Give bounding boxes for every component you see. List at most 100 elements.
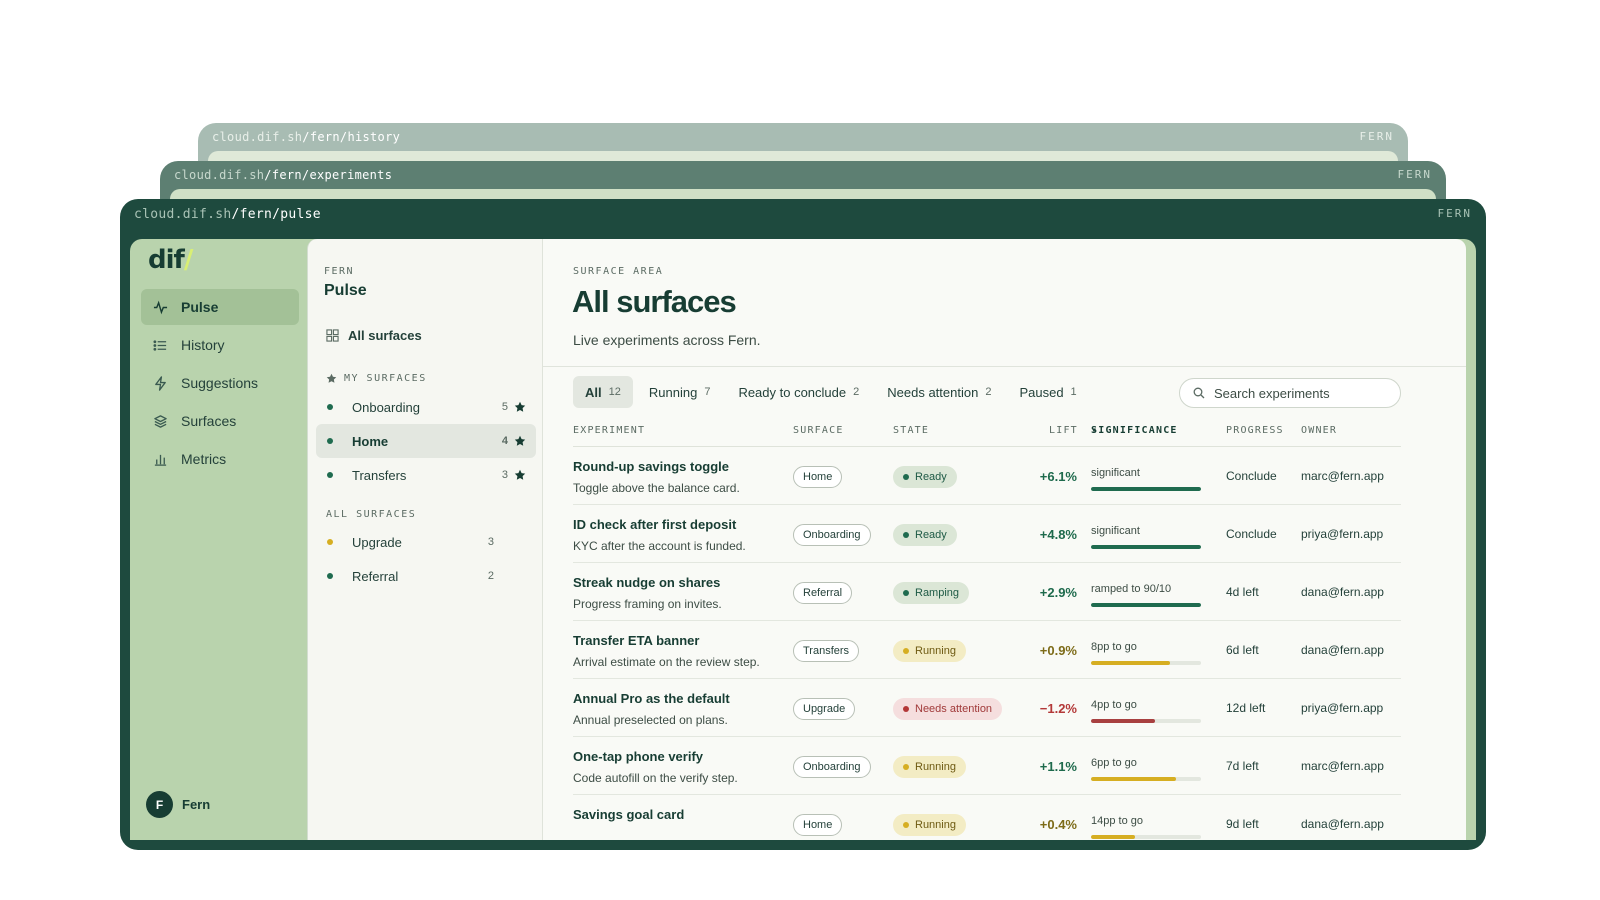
nav-item-surfaces[interactable]: Surfaces bbox=[141, 403, 299, 439]
surface-name: Transfers bbox=[352, 467, 407, 483]
nav-rail: dif/ Pulse History Suggestions Surfaces bbox=[130, 239, 307, 840]
tab-ready-to-conclude[interactable]: Ready to conclude 2 bbox=[726, 376, 871, 408]
surface-item-upgrade[interactable]: Upgrade 3 bbox=[316, 525, 536, 559]
table-row[interactable]: Streak nudge on shares Progress framing … bbox=[573, 563, 1401, 621]
experiment-name[interactable]: ID check after first deposit bbox=[573, 517, 736, 532]
lift-value: +2.9% bbox=[1039, 585, 1077, 600]
star-icon[interactable] bbox=[514, 469, 526, 481]
surface-name: Onboarding bbox=[352, 399, 420, 415]
progress-text: Conclude bbox=[1226, 527, 1277, 541]
surface-item-home[interactable]: Home 4 bbox=[316, 424, 536, 458]
sort-down-icon: ▾ bbox=[1091, 425, 1099, 436]
surface-count: 3 bbox=[487, 536, 494, 548]
tab-all[interactable]: All 12 bbox=[573, 376, 633, 408]
user-menu[interactable]: F Fern bbox=[146, 791, 210, 818]
experiment-name[interactable]: Savings goal card bbox=[573, 807, 684, 822]
significance-fill bbox=[1091, 603, 1201, 607]
page-title: All surfaces bbox=[572, 284, 737, 319]
col-progress[interactable]: PROGRESS bbox=[1226, 425, 1284, 436]
star-icon[interactable] bbox=[514, 401, 526, 413]
significance-text: 6pp to go bbox=[1091, 757, 1137, 769]
star-icon[interactable] bbox=[514, 435, 526, 447]
my-surfaces-heading: MY SURFACES bbox=[326, 373, 427, 384]
table-row[interactable]: Annual Pro as the default Annual presele… bbox=[573, 679, 1401, 737]
progress-text: 4d left bbox=[1226, 585, 1259, 599]
col-experiment[interactable]: EXPERIMENT bbox=[573, 425, 645, 436]
surface-item-referral[interactable]: Referral 2 bbox=[316, 559, 536, 593]
pulse-window-brand: FERN bbox=[1437, 207, 1472, 220]
table-row[interactable]: Transfer ETA banner Arrival estimate on … bbox=[573, 621, 1401, 679]
surface-pill[interactable]: Home bbox=[793, 466, 843, 488]
table-row[interactable]: Savings goal card Home Running +0.4% 14p… bbox=[573, 795, 1401, 840]
significance-text: 4pp to go bbox=[1091, 699, 1137, 711]
significance-bar bbox=[1091, 777, 1201, 781]
surface-name: Home bbox=[352, 433, 389, 449]
surface-pill[interactable]: Referral bbox=[793, 582, 853, 604]
col-owner[interactable]: OWNER bbox=[1301, 425, 1337, 436]
tab-paused[interactable]: Paused 1 bbox=[1007, 376, 1088, 408]
significance-bar bbox=[1091, 661, 1201, 665]
progress-text: 7d left bbox=[1226, 759, 1259, 773]
filter-tabs: All 12 Running 7 Ready to conclude 2 Needs … bbox=[573, 376, 1093, 408]
surface-item-onboarding[interactable]: Onboarding 5 bbox=[316, 390, 536, 424]
search-input[interactable]: Search experiments bbox=[1179, 378, 1401, 408]
app-frame: dif/ Pulse History Suggestions Surfaces bbox=[130, 239, 1476, 840]
experiment-desc: KYC after the account is funded. bbox=[573, 539, 746, 553]
experiment-name[interactable]: Streak nudge on shares bbox=[573, 575, 720, 590]
experiments-window-brand: FERN bbox=[1397, 168, 1432, 181]
status-badge: Ready bbox=[893, 524, 957, 546]
table-row[interactable]: Round-up savings toggle Toggle above the… bbox=[573, 447, 1401, 505]
search-icon bbox=[1193, 387, 1205, 399]
experiment-name[interactable]: Annual Pro as the default bbox=[573, 691, 730, 706]
table-row[interactable]: ID check after first deposit KYC after t… bbox=[573, 505, 1401, 563]
status-badge: Running bbox=[893, 814, 966, 836]
surface-panel-kicker: FERN bbox=[324, 266, 355, 277]
experiment-name[interactable]: Transfer ETA banner bbox=[573, 633, 699, 648]
surface-pill[interactable]: Onboarding bbox=[793, 524, 871, 546]
user-name: Fern bbox=[182, 797, 211, 812]
main-nav: Pulse History Suggestions Surfaces Metri… bbox=[141, 289, 299, 479]
col-lift[interactable]: LIFT bbox=[1049, 425, 1078, 436]
experiment-name[interactable]: Round-up savings toggle bbox=[573, 459, 729, 474]
significance-fill bbox=[1091, 835, 1135, 839]
significance-fill bbox=[1091, 545, 1201, 549]
table-row[interactable]: One-tap phone verify Code autofill on th… bbox=[573, 737, 1401, 795]
owner-email: dana@fern.app bbox=[1301, 585, 1384, 599]
nav-item-suggestions[interactable]: Suggestions bbox=[141, 365, 299, 401]
nav-item-label: Pulse bbox=[181, 299, 219, 315]
surface-item-transfers[interactable]: Transfers 3 bbox=[316, 458, 536, 492]
nav-item-history[interactable]: History bbox=[141, 327, 299, 363]
lightning-icon bbox=[155, 375, 166, 391]
pulse-window: cloud.dif.sh/fern/pulse FERN dif/ Pulse … bbox=[120, 199, 1486, 850]
col-state[interactable]: STATE bbox=[893, 425, 929, 436]
progress-text: Conclude bbox=[1226, 469, 1277, 483]
progress-text: 9d left bbox=[1226, 817, 1259, 831]
significance-text: significant bbox=[1091, 467, 1140, 479]
header-divider bbox=[543, 366, 1466, 367]
col-surface[interactable]: SURFACE bbox=[793, 425, 844, 436]
surface-pill[interactable]: Onboarding bbox=[793, 756, 871, 778]
surface-pill[interactable]: Transfers bbox=[793, 640, 860, 662]
nav-item-metrics[interactable]: Metrics bbox=[141, 441, 299, 477]
status-badge: Running bbox=[893, 756, 966, 778]
tab-running[interactable]: Running 7 bbox=[637, 376, 723, 408]
list-icon bbox=[153, 339, 167, 351]
experiment-desc: Toggle above the balance card. bbox=[573, 481, 740, 495]
table-header: EXPERIMENT SURFACE STATE LIFT SIGNIFICAN… bbox=[573, 425, 1401, 447]
significance-bar bbox=[1091, 835, 1201, 839]
tab-needs-attention[interactable]: Needs attention 2 bbox=[875, 376, 1003, 408]
dif-logo[interactable]: dif/ bbox=[148, 245, 193, 275]
history-window-brand: FERN bbox=[1359, 130, 1394, 143]
surface-pill[interactable]: Upgrade bbox=[793, 698, 856, 720]
significance-bar bbox=[1091, 545, 1201, 549]
surface-pill[interactable]: Home bbox=[793, 814, 843, 836]
experiment-name[interactable]: One-tap phone verify bbox=[573, 749, 703, 764]
status-dot bbox=[327, 539, 333, 545]
nav-item-label: History bbox=[181, 337, 225, 353]
all-surfaces-link[interactable]: All surfaces bbox=[326, 328, 422, 343]
nav-item-pulse[interactable]: Pulse bbox=[141, 289, 299, 325]
experiment-desc: Annual preselected on plans. bbox=[573, 713, 728, 727]
progress-text: 6d left bbox=[1226, 643, 1259, 657]
significance-bar bbox=[1091, 487, 1201, 491]
lift-value: +4.8% bbox=[1039, 527, 1077, 542]
